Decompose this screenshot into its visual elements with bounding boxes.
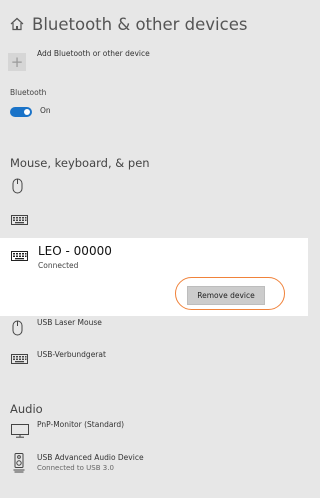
selected-device-status: Connected [38, 261, 79, 270]
device-name: USB Laser Mouse [37, 318, 102, 327]
keyboard-icon [11, 215, 28, 225]
keyboard-icon [11, 354, 28, 364]
page-title: Bluetooth & other devices [32, 14, 248, 34]
device-name: USB Advanced Audio Device [37, 453, 144, 462]
mouse-icon [12, 178, 23, 194]
list-item-usb-laser-mouse[interactable]: USB Laser Mouse [0, 316, 308, 342]
add-icon: + [8, 53, 26, 71]
add-device-label: Add Bluetooth or other device [37, 49, 150, 58]
monitor-icon [11, 424, 29, 438]
bluetooth-toggle-label: On [40, 106, 51, 115]
device-name: PnP-Monitor (Standard) [37, 420, 125, 429]
home-icon[interactable] [10, 17, 24, 31]
page-header: Bluetooth & other devices [10, 10, 247, 38]
list-item-pnp-monitor[interactable]: PnP-Monitor (Standard) [0, 418, 308, 444]
add-device-button[interactable]: + Add Bluetooth or other device [8, 49, 150, 71]
bluetooth-toggle[interactable] [10, 107, 32, 117]
selected-device-name: LEO - 00000 [38, 244, 112, 258]
speaker-icon [13, 453, 25, 473]
device-name: USB-Verbundgerat [37, 350, 106, 359]
mouse-icon [12, 320, 23, 336]
section-mouse-keyboard-pen: Mouse, keyboard, & pen [10, 156, 150, 170]
device-status: Connected to USB 3.0 [37, 464, 114, 472]
list-item-usb-advanced-audio[interactable]: USB Advanced Audio Device Connected to U… [0, 451, 308, 481]
keyboard-icon [11, 251, 28, 261]
section-audio: Audio [10, 402, 43, 416]
remove-device-button[interactable]: Remove device [187, 286, 265, 305]
toggle-knob [24, 109, 30, 115]
list-item-usb-verbundgerat[interactable]: USB-Verbundgerat [0, 348, 308, 374]
bluetooth-label: Bluetooth [10, 88, 47, 97]
selected-device-card[interactable]: LEO - 00000 Connected Remove device [0, 238, 308, 316]
